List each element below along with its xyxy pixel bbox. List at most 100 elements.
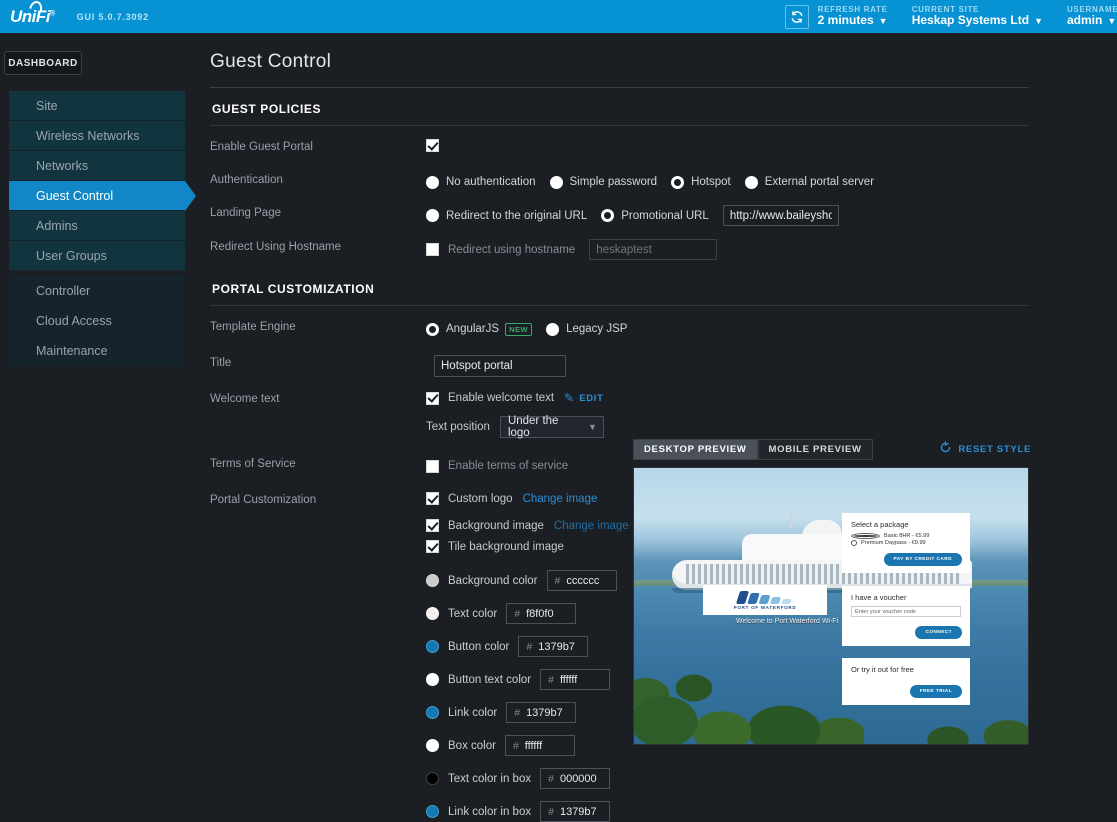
template-engine-label: Template Engine bbox=[210, 321, 296, 333]
username-menu[interactable]: USERNAME admin ▼ bbox=[1067, 5, 1117, 28]
custom-logo-checkbox[interactable] bbox=[426, 492, 439, 505]
pay-by-credit-card-button[interactable]: PAY BY CREDIT CARD bbox=[883, 553, 962, 566]
current-site-selector[interactable]: CURRENT SITE Heskap Systems Ltd ▼ bbox=[912, 5, 1043, 28]
hash-icon: # bbox=[548, 673, 554, 686]
sidebar-item-label: Controller bbox=[36, 283, 91, 298]
color-row-button-text-color: Button text color # ffffff bbox=[426, 669, 611, 690]
sidebar-item-guest-control[interactable]: Guest Control bbox=[9, 181, 196, 211]
sidebar-item-controller[interactable]: Controller bbox=[9, 276, 185, 306]
promotional-url-input[interactable] bbox=[722, 205, 839, 226]
template-option-angularjs[interactable]: AngularJS NEW bbox=[426, 322, 533, 336]
enable-guest-portal-label: Enable Guest Portal bbox=[210, 141, 313, 153]
row-redirect-hostname: Redirect Using Hostname Redirect using h… bbox=[210, 239, 1117, 260]
box-color-swatch[interactable] bbox=[426, 739, 439, 752]
chevron-down-icon: ▼ bbox=[588, 422, 597, 432]
refresh-rate-value: 2 minutes ▼ bbox=[818, 13, 888, 28]
sidebar-item-admins[interactable]: Admins bbox=[9, 211, 185, 241]
tab-mobile-preview[interactable]: MOBILE PREVIEW bbox=[757, 438, 873, 460]
connect-button[interactable]: CONNECT bbox=[915, 626, 962, 639]
redirect-hostname-checkbox[interactable] bbox=[426, 243, 439, 256]
sidebar-item-label: Admins bbox=[36, 218, 78, 233]
sidebar-item-label: Cloud Access bbox=[36, 313, 112, 328]
tab-desktop-preview[interactable]: DESKTOP PREVIEW bbox=[633, 438, 758, 460]
hash-icon: # bbox=[554, 574, 561, 587]
landing-page-label: Landing Page bbox=[210, 207, 281, 219]
landing-option-original-url[interactable]: Redirect to the original URL bbox=[426, 209, 587, 222]
dashboard-tab[interactable]: DASHBOARD bbox=[4, 51, 82, 75]
sidebar-item-maintenance[interactable]: Maintenance bbox=[9, 336, 185, 366]
hostname-input[interactable] bbox=[589, 239, 718, 260]
button-color-swatch[interactable] bbox=[426, 640, 439, 653]
text-position-select[interactable]: Under the logo ▼ bbox=[499, 415, 604, 439]
text-color-in-box-hex-input[interactable]: # 000000 bbox=[540, 768, 611, 789]
link-color-in-box-hex-input[interactable]: # 1379b7 bbox=[540, 801, 611, 822]
refresh-icon[interactable] bbox=[784, 4, 809, 29]
enable-terms-of-service-checkbox[interactable] bbox=[426, 459, 439, 473]
auth-option-hotspot[interactable]: Hotspot bbox=[671, 175, 731, 189]
link-color-hex-input[interactable]: # 1379b7 bbox=[506, 702, 577, 723]
template-option-legacy-jsp[interactable]: Legacy JSP bbox=[546, 322, 627, 336]
color-row-link-color-in-box: Link color in box # 1379b7 bbox=[426, 801, 611, 822]
button-text-color-hex-input[interactable]: # ffffff bbox=[540, 669, 611, 690]
current-site-value: Heskap Systems Ltd ▼ bbox=[912, 13, 1043, 28]
voucher-box-title: I have a voucher bbox=[851, 593, 907, 602]
auth-option-label: External portal server bbox=[764, 176, 875, 188]
tile-background-image-checkbox[interactable] bbox=[426, 540, 439, 553]
voucher-code-input[interactable]: Enter your voucher code bbox=[851, 606, 961, 617]
enable-guest-portal-checkbox[interactable] bbox=[426, 139, 439, 152]
button-color-hex-input[interactable]: # 1379b7 bbox=[518, 636, 589, 657]
text-color-in-box-swatch[interactable] bbox=[426, 772, 439, 785]
refresh-rate-selector[interactable]: REFRESH RATE 2 minutes ▼ bbox=[818, 5, 888, 28]
link-color-label: Link color bbox=[448, 706, 498, 719]
sidebar-item-wireless-networks[interactable]: Wireless Networks bbox=[9, 121, 185, 151]
landing-option-label: Redirect to the original URL bbox=[446, 209, 588, 222]
background-image-change-image-link[interactable]: Change image bbox=[554, 520, 629, 532]
pencil-edit-icon[interactable]: ✎ bbox=[564, 391, 574, 405]
text-color-swatch[interactable] bbox=[426, 607, 439, 620]
background-color-hex-input[interactable]: # cccccc bbox=[546, 570, 617, 591]
portal-customization-field-label: Portal Customization bbox=[210, 494, 317, 506]
reset-style-button[interactable]: RESET STYLE bbox=[939, 440, 1031, 457]
text-color-hex-input[interactable]: # f8f0f0 bbox=[506, 603, 577, 624]
hash-icon: # bbox=[526, 640, 533, 653]
username-text: admin bbox=[1067, 13, 1103, 28]
hash-icon: # bbox=[514, 706, 521, 719]
package-option-premium[interactable]: Premium Daypass - €9.99 bbox=[851, 540, 961, 546]
portal-preview-canvas: PORT OF WATERFORD Welcome to Port Waterf… bbox=[633, 467, 1029, 745]
landing-option-promotional-url[interactable]: Promotional URL bbox=[601, 209, 709, 222]
enable-welcome-text-checkbox[interactable] bbox=[426, 391, 439, 405]
welcome-text-label: Welcome text bbox=[210, 393, 280, 405]
color-row-box-color: Box color # ffffff bbox=[426, 735, 575, 756]
custom-logo-change-image-link[interactable]: Change image bbox=[523, 493, 598, 505]
auth-option-no-authentication[interactable]: No authentication bbox=[426, 175, 536, 189]
sidebar-item-networks[interactable]: Networks bbox=[9, 151, 185, 181]
free-trial-button[interactable]: FREE TRIAL bbox=[909, 685, 962, 698]
button-text-color-swatch[interactable] bbox=[426, 673, 439, 686]
auth-option-external-portal-server[interactable]: External portal server bbox=[744, 175, 875, 189]
portal-customization-heading: PORTAL CUSTOMIZATION bbox=[212, 282, 375, 296]
text-color-hex-value: f8f0f0 bbox=[526, 607, 554, 620]
hash-icon: # bbox=[548, 772, 554, 785]
color-row-button-color: Button color # 1379b7 bbox=[426, 636, 589, 657]
link-color-in-box-swatch[interactable] bbox=[426, 805, 439, 818]
box-color-hex-input[interactable]: # ffffff bbox=[504, 735, 575, 756]
redirect-hostname-label: Redirect Using Hostname bbox=[210, 241, 342, 253]
package-option-basic[interactable]: Basic 8HR - €5.99 bbox=[851, 533, 961, 539]
portal-package-box: Select a package Basic 8HR - €5.99 Premi… bbox=[842, 513, 970, 573]
sidebar-item-cloud-access[interactable]: Cloud Access bbox=[9, 306, 185, 336]
title-input[interactable] bbox=[434, 355, 566, 377]
foreground-trees bbox=[634, 644, 864, 744]
sidebar-item-site[interactable]: Site bbox=[9, 91, 185, 121]
link-color-swatch[interactable] bbox=[426, 706, 439, 719]
text-color-in-box-label: Text color in box bbox=[448, 772, 532, 785]
wifi-arc-icon bbox=[29, 0, 44, 11]
unifi-logo[interactable]: UniFi® bbox=[10, 0, 55, 27]
color-row-text-color-in-box: Text color in box # 000000 bbox=[426, 768, 611, 789]
edit-welcome-text-link[interactable]: EDIT bbox=[579, 393, 603, 404]
redirect-hostname-checkbox-label: Redirect using hostname bbox=[448, 243, 576, 256]
sidebar-item-user-groups[interactable]: User Groups bbox=[9, 241, 185, 271]
background-color-swatch[interactable] bbox=[426, 574, 439, 587]
background-image-checkbox[interactable] bbox=[426, 519, 439, 532]
auth-option-label: No authentication bbox=[446, 176, 536, 188]
auth-option-simple-password[interactable]: Simple password bbox=[549, 175, 657, 189]
